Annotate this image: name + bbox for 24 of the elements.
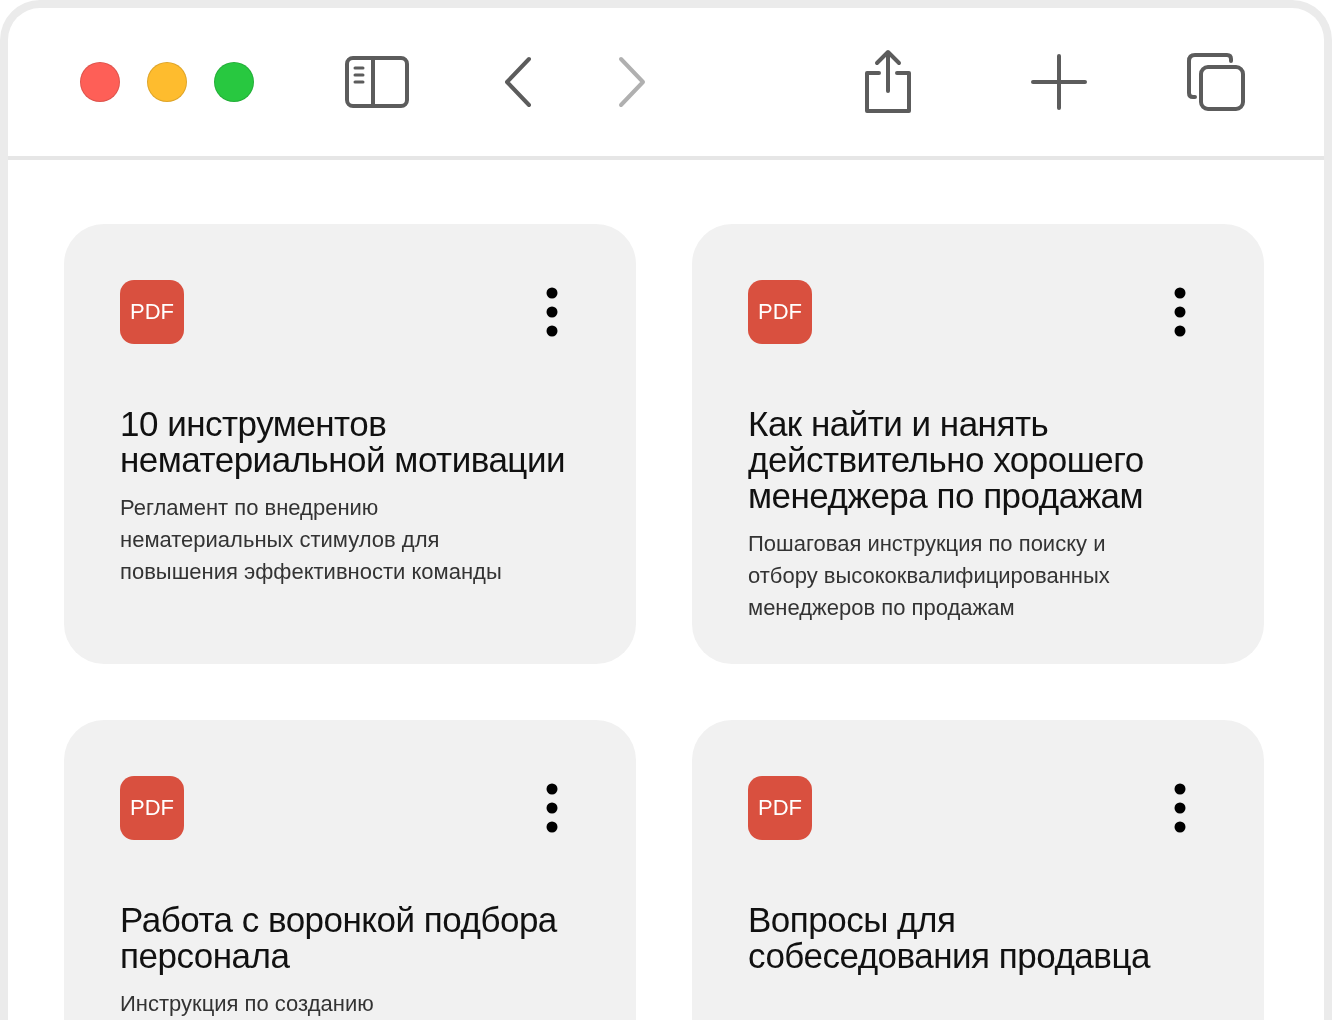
card-description: Регламент по внедрению нематериальных стимулов для повышения эффективности команды (120, 494, 503, 586)
more-options-button[interactable] (546, 287, 558, 337)
document-card[interactable]: PDF Работа с воронкой подбора персонала Инструкция по созданию (64, 720, 636, 1020)
pdf-badge: PDF (120, 776, 184, 840)
document-card[interactable]: PDF 10 инструментов нематериальной мотивации Регламент по внедрению нематериальных стимулов для повышения эффективности команды (64, 224, 636, 664)
close-window-button[interactable] (80, 62, 120, 102)
card-title: 10 инструментов нематериальной мотивации (120, 406, 567, 478)
new-tab-button[interactable] (1031, 54, 1087, 110)
maximize-window-button[interactable] (214, 62, 254, 102)
card-title: Как найти и нанять действительно хорошего менеджера по продажам (748, 406, 1145, 514)
more-options-button[interactable] (1174, 287, 1186, 337)
document-card[interactable]: PDF Вопросы для собеседования продавца (692, 720, 1264, 1020)
document-card[interactable]: PDF Как найти и нанять действительно хорошего менеджера по продажам Пошаговая инструкция по поиску и отбору высококвалифицированных менеджеров по продажам (692, 224, 1264, 664)
pdf-badge: PDF (120, 280, 184, 344)
sidebar-button[interactable] (345, 56, 409, 108)
more-options-button[interactable] (1174, 783, 1186, 833)
pdf-badge: PDF (748, 776, 812, 840)
card-title: Вопросы для собеседования продавца (748, 902, 1152, 974)
more-options-button[interactable] (546, 783, 558, 833)
card-description: Пошаговая инструкция по поиску и отбору высококвалифицированных менеджеров по продажам (748, 530, 1111, 622)
card-title: Работа с воронкой подбора персонала (120, 902, 559, 974)
tabs-overview-button[interactable] (1187, 53, 1245, 111)
card-description: Инструкция по созданию (120, 990, 375, 1018)
pdf-badge: PDF (748, 280, 812, 344)
